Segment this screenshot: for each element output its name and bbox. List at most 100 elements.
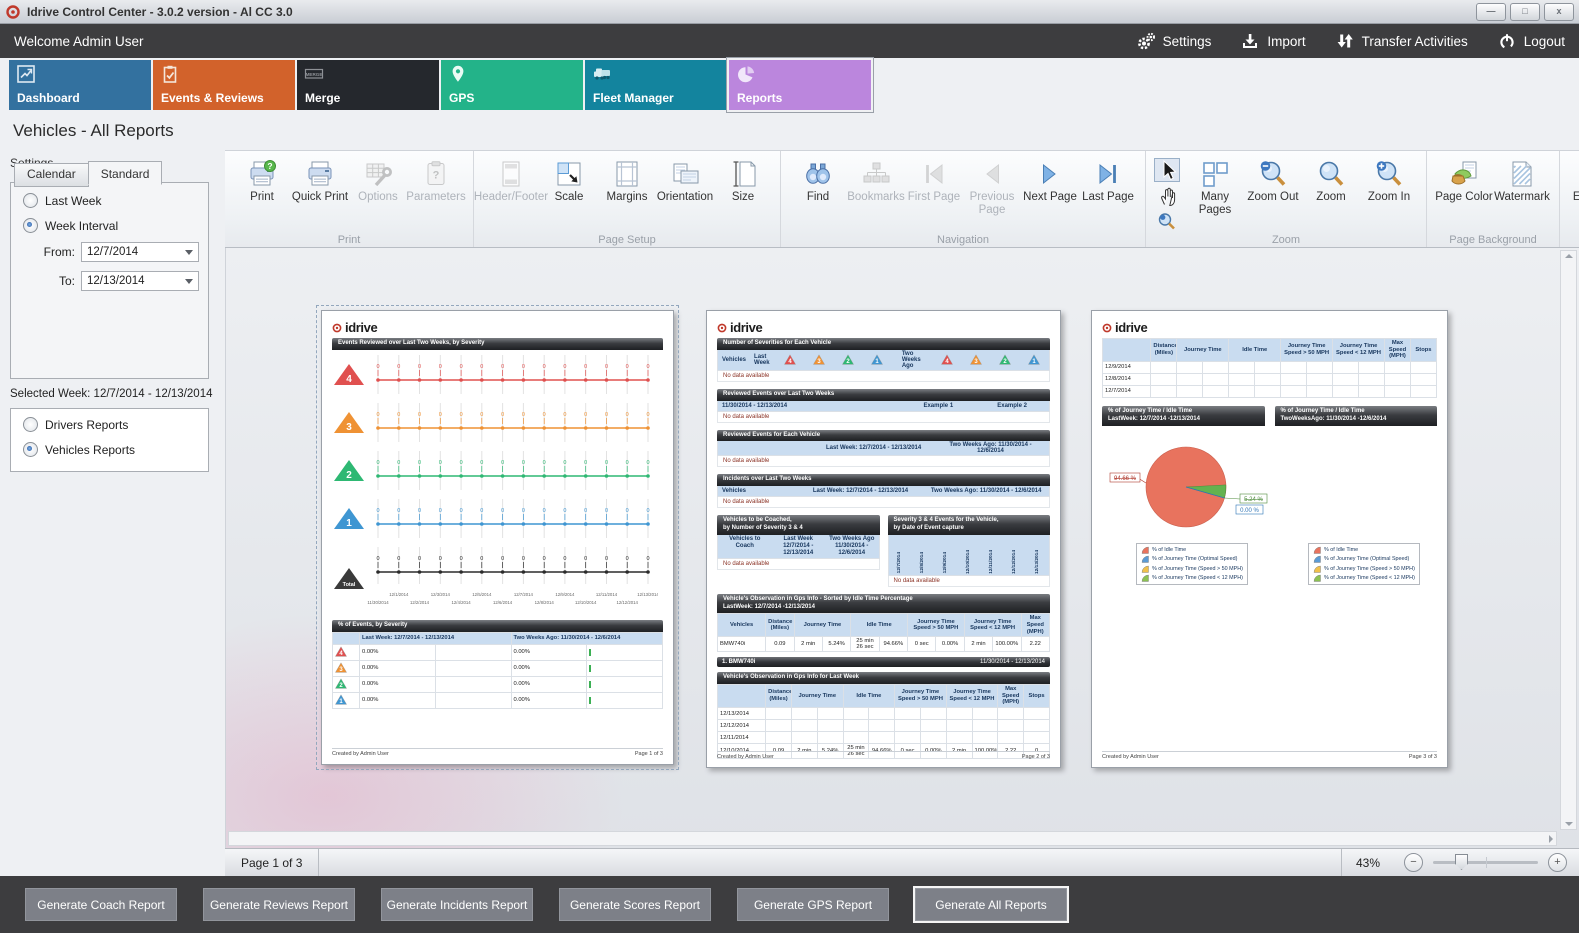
header-line: % of Journey Time / Idle Time xyxy=(1108,408,1259,416)
zero-bar xyxy=(589,681,591,688)
zero-bar xyxy=(589,697,591,704)
gps-value-cell xyxy=(1177,385,1203,397)
radio-week-interval[interactable]: Week Interval xyxy=(23,218,208,233)
export-to-button[interactable]: PDFExport To xyxy=(1568,156,1579,217)
many-pages-button[interactable]: Many Pages xyxy=(1186,156,1244,217)
no-data-text: No data available xyxy=(717,559,880,570)
svg-text:12/11/2014: 12/11/2014 xyxy=(596,592,618,597)
zoom-out-button[interactable]: Zoom Out xyxy=(1244,156,1302,204)
zoom-in-button[interactable]: + xyxy=(1548,853,1567,872)
size-button[interactable]: Size xyxy=(714,156,772,204)
options-button: Options xyxy=(349,156,407,204)
report-page-3[interactable]: idriveDistance (Miles)Journey TimeIdle T… xyxy=(1091,310,1448,768)
from-combo-arrow-icon[interactable] xyxy=(185,250,193,255)
ribbon-group-label: Print xyxy=(225,234,473,246)
report-type-panel: Drivers Reports Vehicles Reports xyxy=(10,408,209,472)
radio-drivers-circle[interactable] xyxy=(23,417,38,432)
ribbon-group-zoom: Many PagesZoom OutZoomZoom InZoom xyxy=(1146,151,1427,247)
to-date-value: 12/13/2014 xyxy=(87,275,145,287)
twoweeks-bar-cell xyxy=(587,692,663,708)
scroll-up-icon[interactable] xyxy=(1565,254,1573,258)
scale-button[interactable]: Scale xyxy=(540,156,598,204)
generate-scores-report-button[interactable]: Generate Scores Report xyxy=(559,888,711,921)
zoom-small-tool[interactable] xyxy=(1154,210,1180,234)
next-page-button[interactable]: Next Page xyxy=(1021,156,1079,204)
margins-button[interactable]: Margins xyxy=(598,156,656,204)
first-page-label: First Page xyxy=(908,191,960,204)
gps-value-cell: 0.09 xyxy=(766,637,794,652)
svg-text:0: 0 xyxy=(626,364,629,370)
last-page-button[interactable]: Last Page xyxy=(1079,156,1137,204)
scroll-right-icon[interactable] xyxy=(1549,835,1553,843)
report-page-1[interactable]: idriveEvents Reviewed over Last Two Week… xyxy=(321,310,674,765)
top-action-label-transfer-activities: Transfer Activities xyxy=(1362,34,1468,49)
nav-tab-gps[interactable]: GPS xyxy=(441,60,583,110)
report-page-2[interactable]: idriveNumber of Severities for Each Vehi… xyxy=(706,310,1061,768)
gps-value-cell: 0.00% xyxy=(936,637,964,652)
page-color-button[interactable]: Page Color xyxy=(1435,156,1493,204)
gps-value-cell xyxy=(791,720,817,732)
power-icon xyxy=(1498,32,1516,50)
hand-tool[interactable] xyxy=(1154,184,1180,208)
radio-vehicles-circle[interactable] xyxy=(23,442,38,457)
nav-tab-merge[interactable]: MERGEMerge xyxy=(297,60,439,110)
generate-incidents-report-button[interactable]: Generate Incidents Report xyxy=(381,888,533,921)
pointer-tool[interactable] xyxy=(1154,158,1180,182)
radio-week-interval-circle[interactable] xyxy=(23,218,38,233)
zoom-slider[interactable] xyxy=(1433,861,1538,864)
find-button[interactable]: Find xyxy=(789,156,847,204)
gps-value-cell xyxy=(1307,361,1333,373)
watermark-icon xyxy=(1507,159,1537,189)
orientation-button[interactable]: Orientation xyxy=(656,156,714,204)
nav-tab-dashboard[interactable]: Dashboard xyxy=(9,60,151,110)
to-date-combobox[interactable]: 12/13/2014 xyxy=(81,271,199,291)
import-icon xyxy=(1241,32,1259,50)
quick-print-button[interactable]: Quick Print xyxy=(291,156,349,204)
radio-last-week-circle[interactable] xyxy=(23,193,38,208)
preview-area: idriveEvents Reviewed over Last Two Week… xyxy=(225,248,1579,848)
to-combo-arrow-icon[interactable] xyxy=(185,279,193,284)
zoom-button[interactable]: Zoom xyxy=(1302,156,1360,204)
zoom-in-button[interactable]: Zoom In xyxy=(1360,156,1418,204)
generate-gps-report-button[interactable]: Generate GPS Report xyxy=(737,888,889,921)
tab-standard[interactable]: Standard xyxy=(88,161,163,185)
coach-col-header: Last Week 12/7/2014 - 12/13/2014 xyxy=(772,535,826,559)
next-page-icon xyxy=(1035,159,1065,189)
top-action-transfer-activities[interactable]: Transfer Activities xyxy=(1336,32,1468,50)
minimize-button[interactable]: — xyxy=(1476,3,1506,21)
nav-tab-fleet-manager[interactable]: Fleet Manager xyxy=(585,60,727,110)
nav-tab-events-reviews[interactable]: Events & Reviews xyxy=(153,60,295,110)
gps-value-cell xyxy=(972,708,998,720)
watermark-button[interactable]: Watermark xyxy=(1493,156,1551,204)
svg-text:0: 0 xyxy=(626,412,629,418)
severity34-dates-row: 12/7/201412/8/201412/9/201412/10/201412/… xyxy=(888,535,1051,576)
maximize-button[interactable]: □ xyxy=(1510,3,1540,21)
legend-entry: % of Idle Time xyxy=(1141,546,1243,554)
generate-all-reports-button[interactable]: Generate All Reports xyxy=(915,888,1067,921)
tab-calendar[interactable]: Calendar xyxy=(14,163,89,187)
gps-value-cell xyxy=(1307,385,1333,397)
close-button[interactable]: x xyxy=(1544,3,1574,21)
radio-vehicles-reports[interactable]: Vehicles Reports xyxy=(23,442,208,457)
gps-first-cell: 12/13/2014 xyxy=(718,708,766,720)
top-action-logout[interactable]: Logout xyxy=(1498,32,1565,50)
top-action-settings[interactable]: Settings xyxy=(1137,32,1212,50)
zoom-out-button[interactable]: − xyxy=(1404,853,1423,872)
last-week-label: Last Week xyxy=(750,353,776,367)
horizontal-scrollbar[interactable] xyxy=(228,831,1557,846)
vertical-scrollbar[interactable] xyxy=(1560,250,1577,830)
generate-reviews-report-button[interactable]: Generate Reviews Report xyxy=(203,888,355,921)
nav-tab-reports[interactable]: Reports xyxy=(729,60,871,110)
generate-coach-report-button[interactable]: Generate Coach Report xyxy=(25,888,177,921)
scale-icon xyxy=(554,159,584,189)
legend-entry: % of Journey Time (Speed > 50 MPH) xyxy=(1141,565,1243,573)
scroll-down-icon[interactable] xyxy=(1565,822,1573,826)
severity-1-icon: 1 xyxy=(867,353,888,366)
zoom-slider-thumb[interactable] xyxy=(1455,854,1468,870)
print-button[interactable]: ?Print xyxy=(233,156,291,204)
from-date-combobox[interactable]: 12/7/2014 xyxy=(81,242,199,262)
top-action-import[interactable]: Import xyxy=(1241,32,1305,50)
nav-tab-label-events-reviews: Events & Reviews xyxy=(161,91,264,105)
radio-last-week[interactable]: Last Week xyxy=(23,193,208,208)
radio-drivers-reports[interactable]: Drivers Reports xyxy=(23,417,208,432)
